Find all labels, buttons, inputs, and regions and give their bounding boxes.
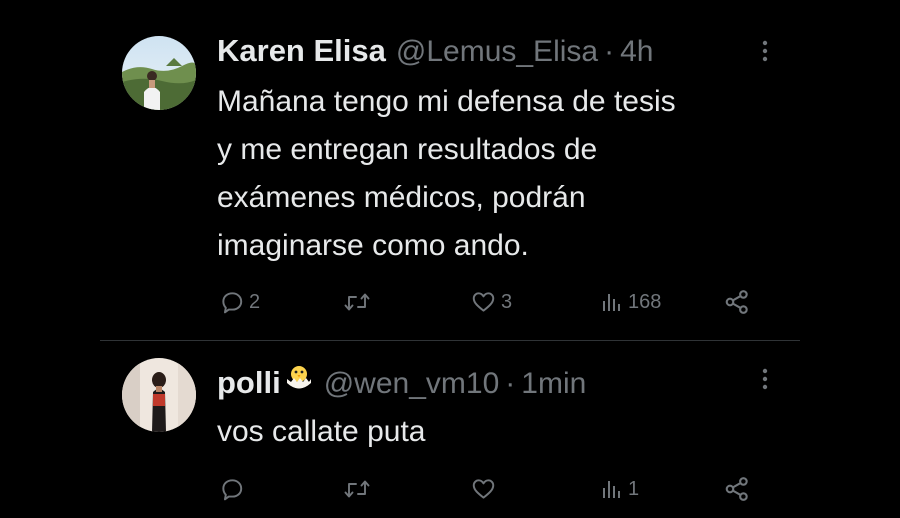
share-button[interactable] [723,469,751,509]
timestamp[interactable]: 4h [620,35,653,69]
reply-count: 2 [249,290,261,313]
reply-button[interactable]: 2 [219,282,260,322]
avatar[interactable] [122,358,196,432]
reply-icon [222,479,243,501]
reply-button[interactable] [219,469,249,509]
display-name[interactable]: Karen Elisa [217,33,386,69]
heart-icon [472,292,495,312]
tweet[interactable]: polli @wen_vm10 · 1min vos callate puta [0,341,900,518]
views-count: 1 [628,477,640,500]
action-bar: 2 3 168 [0,282,900,322]
views-icon [603,481,620,498]
more-options-button[interactable] [754,365,776,395]
retweet-button[interactable] [343,469,375,509]
views-count: 168 [628,290,662,313]
like-count: 3 [501,290,513,313]
reply-icon [222,292,243,314]
separator-dot: · [505,367,516,400]
avatar[interactable] [122,36,196,110]
more-options-button[interactable] [754,37,776,67]
like-button[interactable]: 3 [470,282,512,322]
tweet-header: polli @wen_vm10 · 1min [217,363,586,401]
share-icon [725,290,748,314]
share-icon [725,477,748,501]
display-name[interactable]: polli [217,365,281,401]
views-button[interactable]: 168 [600,282,661,322]
tweet-header: Karen Elisa @Lemus_Elisa · 4h [217,33,653,69]
more-dots-icon [762,40,768,62]
timestamp[interactable]: 1min [521,367,586,401]
tweet-text: vos callate puta [217,415,426,448]
tweet-text: Mañana tengo mi defensa de tesis y me en… [217,85,676,262]
retweet-icon [344,293,370,311]
share-button[interactable] [723,282,751,322]
views-icon [603,294,620,311]
heart-icon [472,479,495,499]
more-dots-icon [762,368,768,390]
user-handle[interactable]: @wen_vm10 [324,367,500,401]
tweet[interactable]: Karen Elisa @Lemus_Elisa · 4h Mañana ten… [0,0,900,340]
retweet-icon [344,480,370,498]
user-handle[interactable]: @Lemus_Elisa [396,35,598,69]
views-button[interactable]: 1 [600,469,639,509]
action-bar: 1 [0,469,900,509]
separator-dot: · [604,35,615,68]
hatching-chick-emoji [286,366,311,389]
retweet-button[interactable] [343,282,375,322]
like-button[interactable] [470,469,501,509]
